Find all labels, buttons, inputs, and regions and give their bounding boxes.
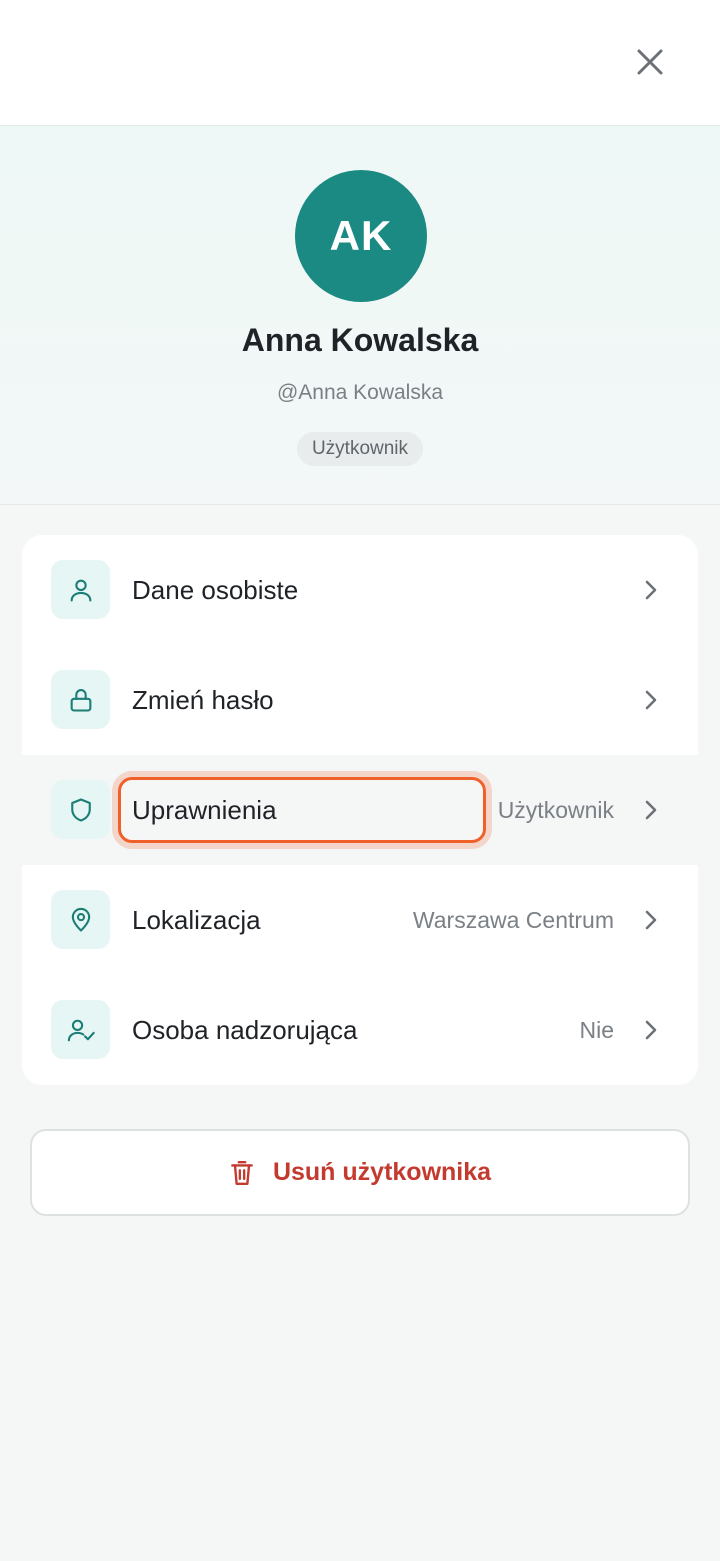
menu-item-value: Warszawa Centrum xyxy=(412,906,614,933)
icon-box xyxy=(51,560,110,619)
avatar: AK xyxy=(295,170,427,302)
close-button[interactable] xyxy=(626,38,674,86)
lock-icon xyxy=(70,688,91,712)
icon-box xyxy=(51,1000,110,1059)
top-bar xyxy=(0,0,720,126)
delete-user-button[interactable]: Usuń użytkownika xyxy=(30,1129,690,1216)
map-pin-icon xyxy=(71,907,90,932)
menu-item-change-password[interactable]: Zmień hasło xyxy=(22,645,698,755)
user-check-icon xyxy=(67,1019,95,1041)
menu-item-label: Zmień hasło xyxy=(132,684,274,715)
icon-box xyxy=(51,890,110,949)
profile-username: @Anna Kowalska xyxy=(276,381,444,404)
user-icon xyxy=(70,579,91,602)
menu-item-location[interactable]: Lokalizacja Warszawa Centrum xyxy=(22,865,698,975)
chevron-right-icon xyxy=(645,580,657,600)
profile-name: Anna Kowalska xyxy=(241,322,479,358)
menu-item-label: Uprawnienia xyxy=(132,794,277,825)
chevron-right-icon xyxy=(645,800,657,820)
delete-user-label: Usuń użytkownika xyxy=(272,1158,492,1186)
menu-item-label: Dane osobiste xyxy=(132,574,299,605)
menu-item-supervisor[interactable]: Osoba nadzorująca Nie xyxy=(22,975,698,1085)
chevron-right-icon xyxy=(645,1020,657,1040)
trash-icon xyxy=(231,1160,253,1185)
avatar-initials: AK xyxy=(329,212,393,259)
settings-card: Dane osobiste Zmień hasło Uprawnienia Uż… xyxy=(22,535,698,1085)
close-icon xyxy=(637,49,663,75)
chevron-right-icon xyxy=(645,910,657,930)
menu-item-value: Użytkownik xyxy=(497,796,614,823)
menu-item-personal-data[interactable]: Dane osobiste xyxy=(22,535,698,645)
profile-header: AK Anna Kowalska @Anna Kowalska Użytkown… xyxy=(0,126,720,505)
role-badge: Użytkownik xyxy=(297,432,423,466)
menu-item-label: Lokalizacja xyxy=(132,904,261,935)
shield-icon xyxy=(70,797,91,822)
icon-box xyxy=(51,780,110,839)
menu-item-permissions[interactable]: Uprawnienia Użytkownik xyxy=(22,755,698,865)
menu-item-label: Osoba nadzorująca xyxy=(132,1014,358,1045)
menu-item-value: Nie xyxy=(579,1016,614,1043)
icon-box xyxy=(51,670,110,729)
chevron-right-icon xyxy=(645,690,657,710)
